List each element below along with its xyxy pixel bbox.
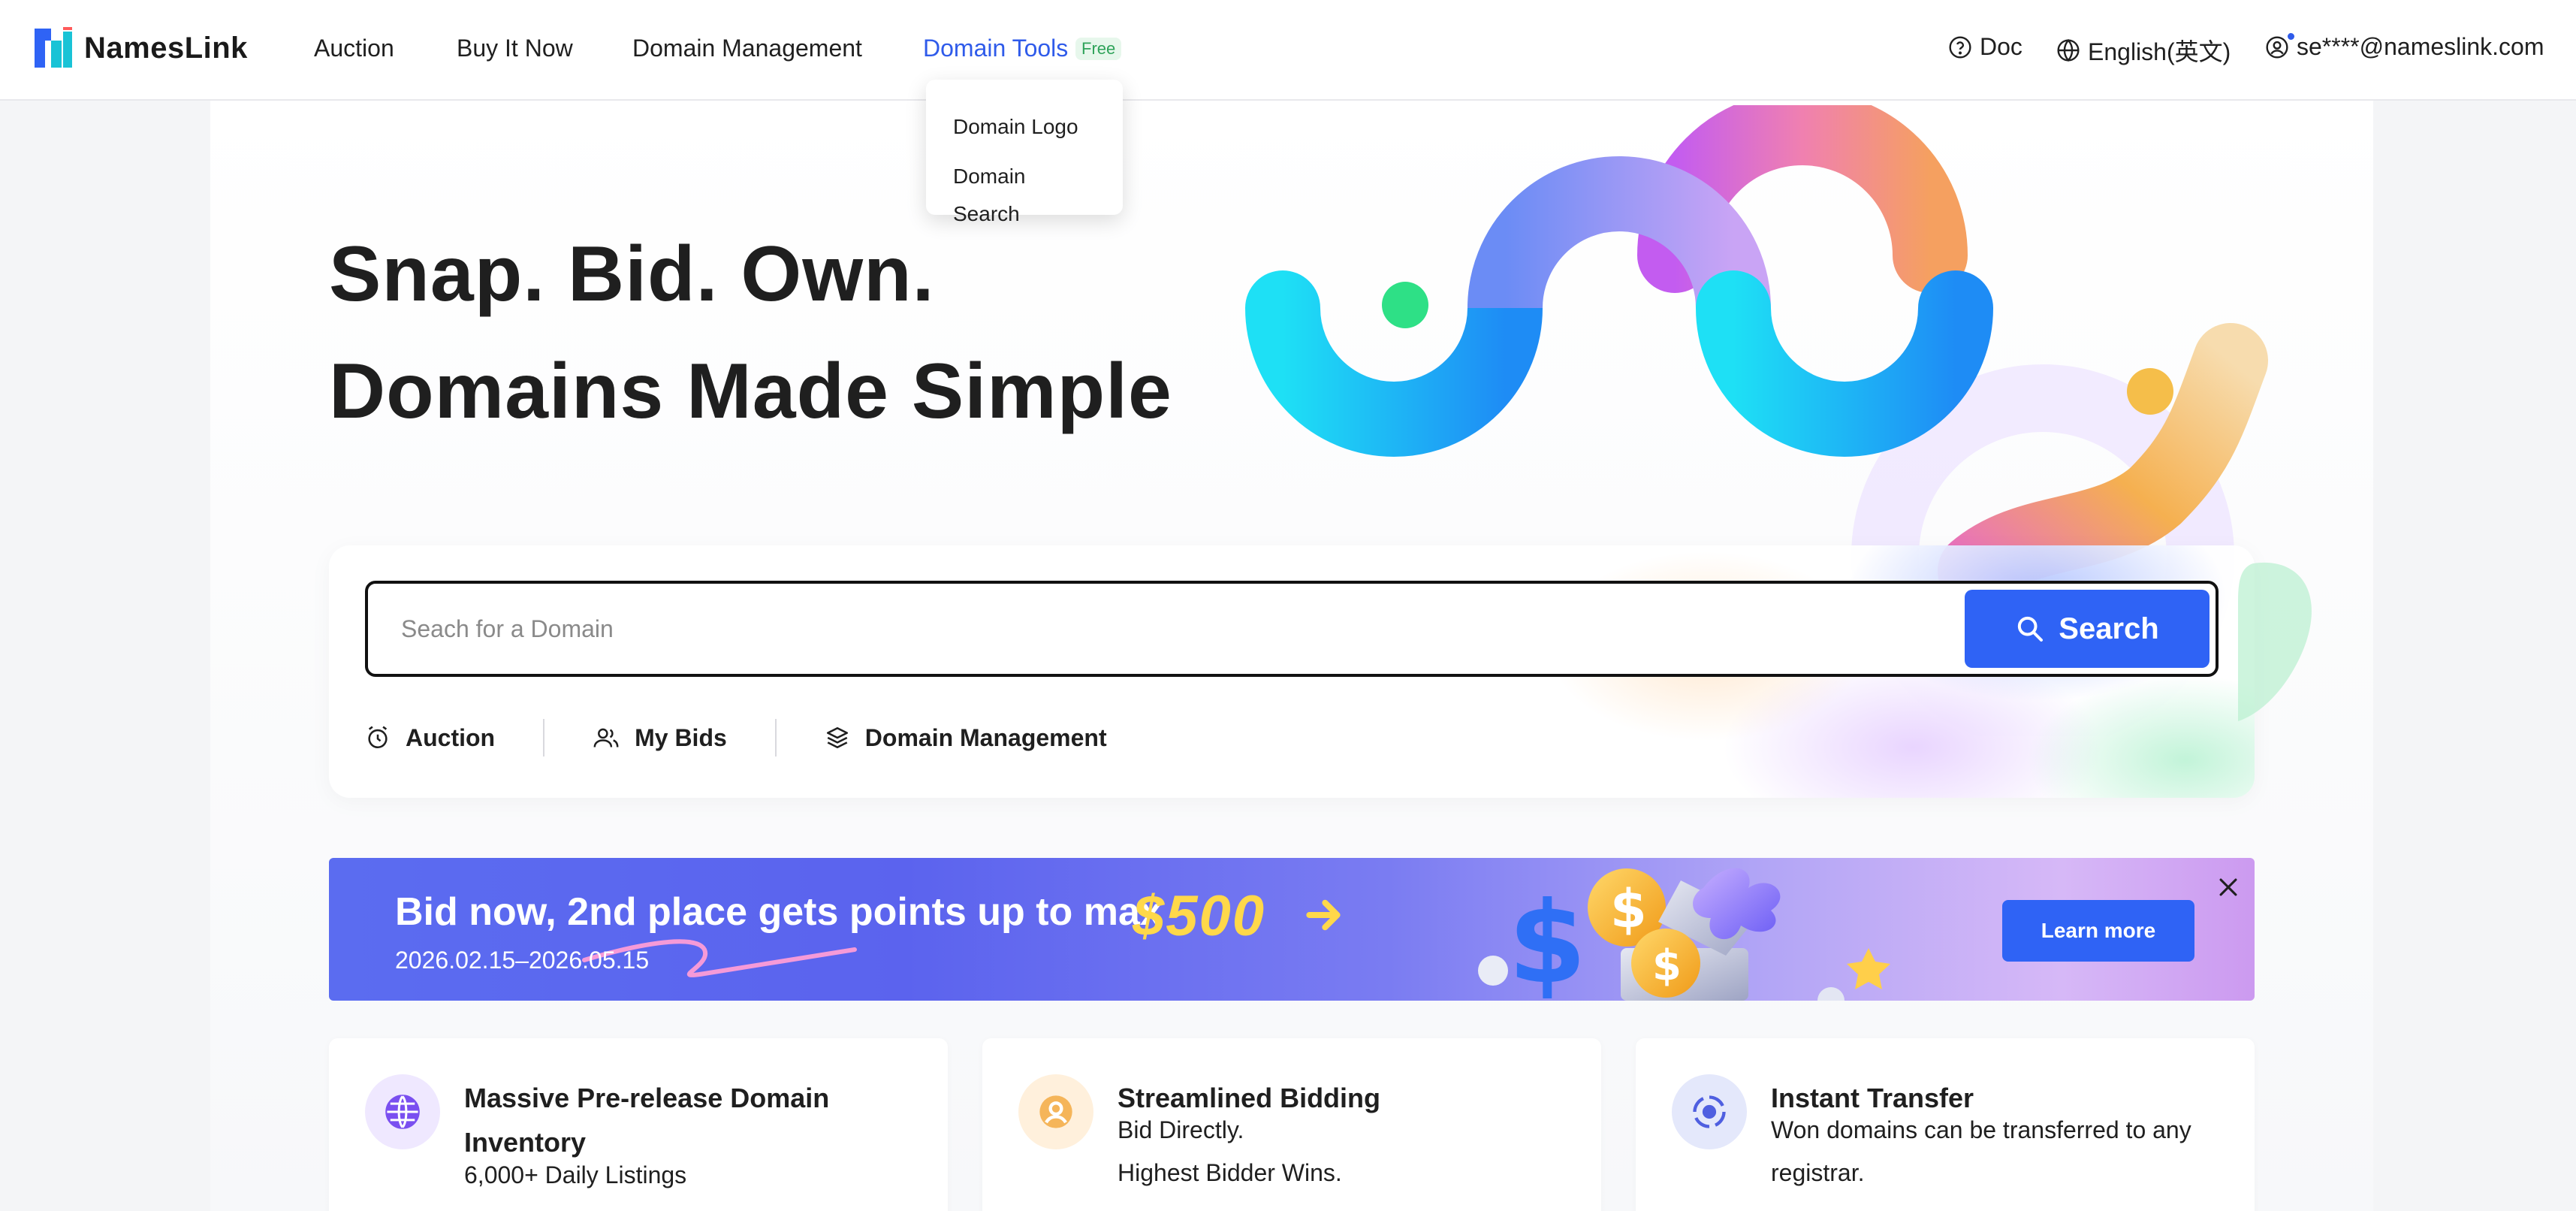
doc-link[interactable]: Doc — [1948, 33, 2022, 61]
feature-card-inventory: Massive Pre-release Domain Inventory 6,0… — [329, 1038, 948, 1211]
feature-desc-line1: Won domains can be transferred to any — [1771, 1116, 2191, 1143]
banner-prize-amount: $500 — [1133, 884, 1266, 948]
nav-auction[interactable]: Auction — [314, 35, 394, 62]
svg-text:$: $ — [1652, 941, 1682, 990]
svg-text:$: $ — [1610, 878, 1647, 940]
top-navigation: NamesLink Auction Buy It Now Domain Mana… — [0, 0, 2576, 101]
quick-links: Auction My Bids Domain Management — [365, 717, 1107, 759]
quick-link-auction[interactable]: Auction — [365, 724, 495, 752]
quick-link-domain-management[interactable]: Domain Management — [825, 724, 1107, 752]
quick-link-my-bids-label: My Bids — [635, 723, 727, 751]
feature-title: Massive Pre-release Domain Inventory — [464, 1083, 830, 1158]
language-switcher[interactable]: English(英文) — [2056, 33, 2231, 68]
dropdown-item-domain-search[interactable]: Domain Search — [926, 158, 1123, 225]
feature-desc-line1: Bid Directly. — [1118, 1116, 1244, 1143]
hero-title-line1: Snap. Bid. Own. — [329, 231, 935, 318]
close-icon[interactable] — [2216, 874, 2241, 900]
promo-banner[interactable]: Bid now, 2nd place gets points up to max… — [329, 858, 2255, 1001]
search-button-label: Search — [2059, 612, 2159, 645]
account-email: se****@nameslink.com — [2297, 33, 2544, 60]
quick-link-auction-label: Auction — [406, 723, 496, 751]
divider — [543, 719, 545, 756]
banner-date-range: 2026.02.15–2026.05.15 — [395, 947, 650, 974]
search-button[interactable]: Search — [1965, 590, 2210, 668]
globe-icon — [2057, 38, 2080, 62]
quick-link-domain-management-label: Domain Management — [864, 723, 1107, 751]
language-label: English(英文) — [2088, 38, 2231, 65]
quick-link-my-bids[interactable]: My Bids — [593, 724, 727, 752]
domain-search-box: Search — [365, 581, 2219, 677]
svg-text:$: $ — [1508, 878, 1586, 1001]
account-menu[interactable]: se****@nameslink.com — [2265, 33, 2544, 61]
alarm-clock-icon — [368, 726, 388, 749]
nav-domain-tools[interactable]: Domain Tools — [923, 35, 1068, 62]
transfer-icon — [1672, 1074, 1747, 1149]
domain-search-input[interactable] — [401, 606, 1903, 651]
free-badge: Free — [1075, 38, 1122, 60]
search-icon — [2018, 616, 2044, 642]
dropdown-item-domain-logo[interactable]: Domain Logo — [926, 108, 1123, 158]
user-circle-icon — [1018, 1074, 1093, 1149]
divider — [774, 719, 777, 756]
globe-icon — [365, 1074, 440, 1149]
brand[interactable]: NamesLink — [35, 27, 248, 69]
nav-buy-it-now[interactable]: Buy It Now — [457, 35, 573, 62]
nav-domain-management[interactable]: Domain Management — [632, 35, 862, 62]
green-leaf-shape — [2238, 562, 2312, 721]
user-circle-icon — [2266, 35, 2288, 59]
hero-title-line2: Domains Made Simple — [329, 348, 1172, 435]
feature-card-bidding: Streamlined Bidding Bid Directly. Highes… — [982, 1038, 1601, 1211]
feature-desc-line2: Highest Bidder Wins. — [1118, 1159, 1342, 1186]
brand-name: NamesLink — [84, 31, 248, 65]
feature-desc: 6,000+ Daily Listings — [464, 1161, 687, 1188]
learn-more-button[interactable]: Learn more — [2002, 900, 2194, 962]
users-icon — [593, 728, 619, 747]
doc-label: Doc — [1980, 33, 2022, 60]
help-circle-icon — [1949, 35, 1971, 59]
feature-desc-line2: registrar. — [1771, 1159, 1865, 1186]
domain-tools-dropdown: Domain Logo Domain Search — [926, 80, 1123, 225]
layers-icon — [826, 726, 848, 749]
nameslink-logo-icon — [35, 27, 74, 69]
arrow-right-icon — [1306, 899, 1341, 931]
coins-gift-illustration: $ $ $ — [1478, 868, 1890, 1001]
notification-dot — [2288, 33, 2294, 40]
feature-card-transfer: Instant Transfer Won domains can be tran… — [1636, 1038, 2255, 1211]
